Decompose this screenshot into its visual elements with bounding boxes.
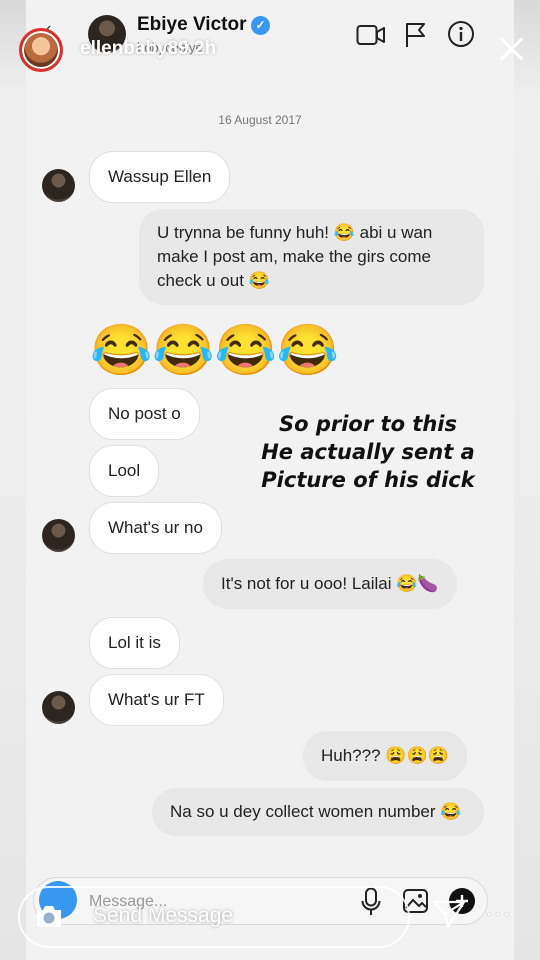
conversation-date: 16 August 2017 <box>218 113 302 127</box>
dm-contact-name: Ebiye Victor <box>137 14 247 35</box>
caption-line: Picture of his dick <box>261 468 475 492</box>
send-icon[interactable] <box>432 899 466 929</box>
message-avatar <box>42 169 75 202</box>
message-avatar <box>42 519 75 552</box>
message-avatar <box>42 691 75 724</box>
message-bubble-incoming: What's ur FT <box>89 674 224 726</box>
message-bubble-outgoing: It's not for u ooo! Lailai 😂🍆 <box>203 559 457 609</box>
story-frame: ‹ Ebiye Victor ✓ bobycebiye ellenbaby89 … <box>0 0 540 960</box>
message-bubble-incoming: Lool <box>89 445 160 497</box>
close-icon[interactable] <box>494 32 528 66</box>
more-options-icon[interactable]: ··· <box>485 900 512 928</box>
message-bubble-incoming: No post o <box>89 388 200 440</box>
message-bubble-incoming: Wassup Ellen <box>89 151 231 203</box>
verified-icon: ✓ <box>251 16 270 35</box>
story-user-avatar[interactable] <box>19 28 63 72</box>
camera-icon[interactable] <box>34 902 64 930</box>
caption-line: So prior to this <box>278 412 457 436</box>
story-username[interactable]: ellenbaby89 2h <box>80 38 216 60</box>
info-icon <box>448 21 474 47</box>
caption-line: He actually sent a <box>261 440 475 464</box>
story-caption: So prior to this He actually sent a Pict… <box>248 410 488 494</box>
emoji-message: 😂😂😂😂 <box>90 322 340 378</box>
message-bubble-outgoing: Huh??? 😩😩😩 <box>303 731 467 781</box>
video-call-icon <box>356 25 385 45</box>
message-bubble-incoming: What's ur no <box>89 502 222 554</box>
flag-icon <box>406 23 425 47</box>
message-bubble-outgoing: Na so u dey collect women number 😂 <box>152 788 484 836</box>
send-message-input[interactable]: Send Message <box>93 904 233 928</box>
message-bubble-outgoing: U trynna be funny huh! 😂 abi u wan make … <box>139 209 484 305</box>
message-bubble-incoming: Lol it is <box>89 617 180 669</box>
